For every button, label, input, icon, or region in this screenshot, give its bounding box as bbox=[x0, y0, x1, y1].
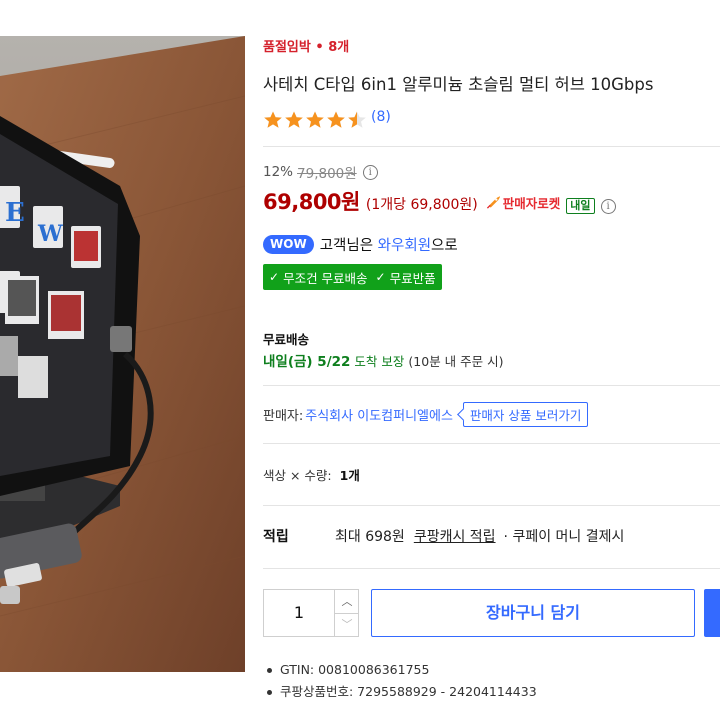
arrival-date: 내일(금) 5/22 bbox=[263, 354, 351, 370]
shipping-label: 무료배송 bbox=[263, 332, 310, 347]
product-image[interactable]: E W bbox=[0, 36, 245, 672]
review-count-link[interactable]: (8) bbox=[371, 109, 391, 125]
star-rating[interactable] bbox=[263, 109, 368, 131]
info-icon[interactable]: i bbox=[362, 164, 378, 180]
add-to-cart-button[interactable]: 장바구니 담기 bbox=[371, 589, 695, 637]
list-item: 쿠팡상품번호: 7295588929 - 24204114433 bbox=[267, 681, 537, 703]
svg-text:E: E bbox=[5, 198, 25, 228]
check-icon: ✓ bbox=[269, 270, 280, 284]
sale-price: 69,800원 bbox=[263, 190, 360, 214]
seller-name-link[interactable]: 주식회사 이도컴퍼니엘에스 bbox=[305, 405, 453, 424]
coupang-cash-link[interactable]: 쿠팡캐시 적립 bbox=[414, 526, 496, 546]
benefit-bar: ✓ 무조건 무료배송 ✓ 무료반품 bbox=[263, 264, 442, 290]
seller-label: 판매자: bbox=[263, 409, 304, 424]
unit-price: (1개당 69,800원) bbox=[365, 197, 478, 213]
divider bbox=[263, 146, 720, 147]
divider bbox=[263, 505, 720, 506]
svg-text:W: W bbox=[37, 221, 63, 247]
price-row: 69,800원 (1개당 69,800원) 판매자로켓 내일 i bbox=[263, 186, 616, 216]
product-details-list: GTIN: 00810086361755 쿠팡상품번호: 7295588929 … bbox=[267, 659, 537, 703]
product-info: 품절임박 • 8개 사테치 C타입 6in1 알루미늄 초슬림 멀티 허브 10… bbox=[263, 0, 720, 720]
divider bbox=[263, 385, 720, 386]
shipping-row: 내일(금) 5/22 도착 보장 (10분 내 주문 시) bbox=[263, 350, 504, 370]
star-icon bbox=[306, 111, 324, 128]
wow-text-suffix: 으로 bbox=[431, 238, 458, 254]
discount-row: 12% 79,800원 i bbox=[263, 162, 378, 182]
product-number-text: 쿠팡상품번호: 7295588929 - 24204114433 bbox=[280, 684, 537, 699]
quantity-decrease-button[interactable]: ﹀ bbox=[334, 613, 359, 636]
star-icon bbox=[285, 111, 303, 128]
quantity-stepper: 1 ︿ ﹀ bbox=[263, 589, 359, 637]
quantity-input[interactable]: 1 bbox=[264, 590, 334, 636]
seller-row: 판매자: 주식회사 이도컴퍼니엘에스 판매자 상품 보러가기 bbox=[263, 402, 589, 427]
check-icon: ✓ bbox=[375, 270, 386, 284]
reward-pay-note: · 쿠페이 머니 결제시 bbox=[503, 529, 625, 545]
free-return-label: 무료반품 bbox=[389, 270, 436, 286]
option-label: 색상 × 수량: bbox=[263, 468, 332, 483]
wow-row: WOW 고객님은 와우회원 으로 bbox=[263, 234, 458, 255]
discount-rate: 12% bbox=[263, 164, 294, 180]
seller-shop-button[interactable]: 판매자 상품 보러가기 bbox=[462, 402, 589, 427]
seller-rocket-badge: 판매자로켓 bbox=[486, 193, 561, 212]
reward-label: 적립 bbox=[263, 529, 289, 545]
sellout-badge: 품절임박 • 8개 bbox=[263, 40, 350, 55]
info-icon[interactable]: i bbox=[600, 199, 616, 214]
reward-row: 적립 최대 698원 쿠팡캐시 적립 · 쿠페이 머니 결제시 bbox=[263, 526, 624, 546]
rocket-icon bbox=[486, 196, 500, 209]
arrival-guarantee: 도착 보장 bbox=[354, 354, 405, 369]
wow-badge: WOW bbox=[263, 235, 314, 254]
option-row: 색상 × 수량: 1개 bbox=[263, 465, 360, 484]
wow-member-label: 와우회원 bbox=[377, 238, 432, 254]
divider bbox=[263, 443, 720, 444]
original-price: 79,800원 bbox=[297, 166, 357, 182]
tomorrow-tag: 내일 bbox=[566, 198, 595, 214]
seller-rocket-label: 판매자로켓 bbox=[502, 195, 561, 211]
product-title: 사테치 C타입 6in1 알루미늄 초슬림 멀티 허브 10Gbps bbox=[263, 75, 654, 94]
gtin-text: GTIN: 00810086361755 bbox=[280, 662, 430, 677]
star-icon bbox=[327, 111, 345, 128]
buy-now-button[interactable] bbox=[704, 589, 720, 637]
wow-text-prefix: 고객님은 bbox=[319, 238, 374, 254]
free-shipping-label: 무조건 무료배송 bbox=[283, 270, 368, 286]
reward-max: 최대 698원 bbox=[335, 529, 405, 545]
option-value: 1개 bbox=[339, 468, 360, 483]
order-deadline-note: (10분 내 주문 시) bbox=[408, 354, 504, 369]
quantity-increase-button[interactable]: ︿ bbox=[334, 590, 359, 614]
list-item: GTIN: 00810086361755 bbox=[267, 659, 537, 681]
divider bbox=[263, 568, 720, 569]
star-icon bbox=[264, 111, 282, 128]
star-icon bbox=[348, 111, 366, 128]
